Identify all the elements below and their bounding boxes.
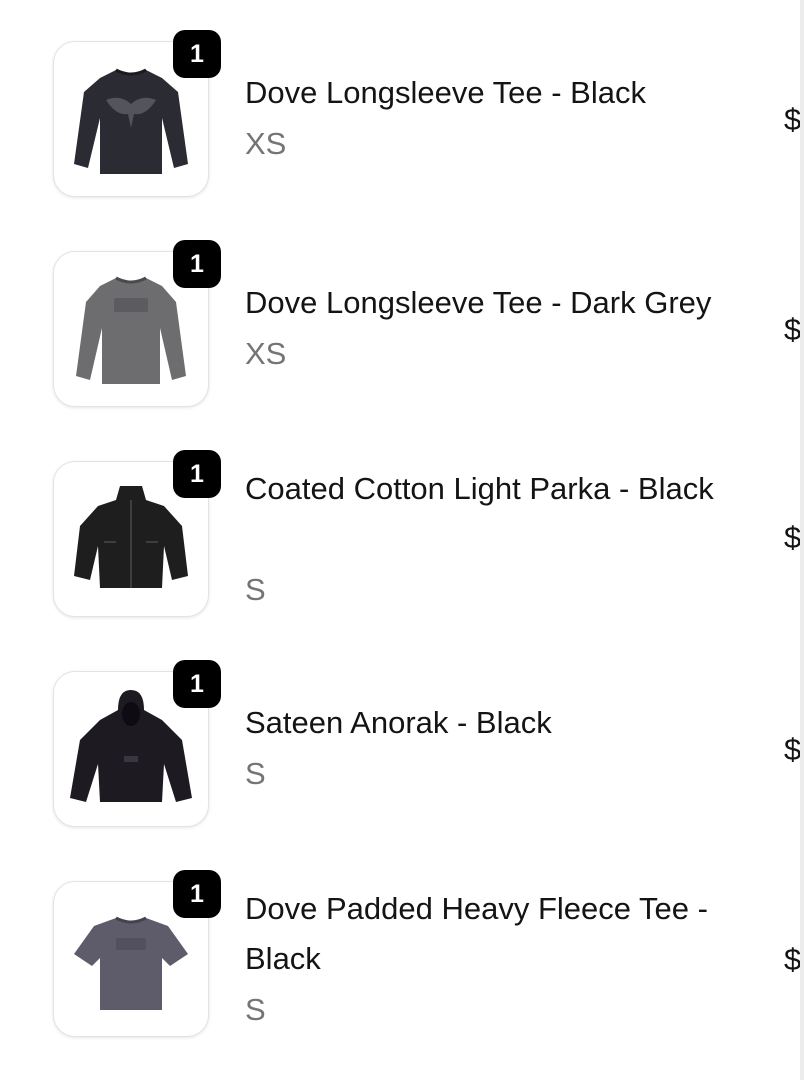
product-price: $: [784, 732, 802, 767]
product-title[interactable]: Dove Longsleeve Tee - Black: [245, 68, 765, 118]
cart-item[interactable]: 1 Dove Longsleeve Tee - Black XS $: [0, 0, 802, 210]
product-variant: S: [245, 756, 266, 791]
product-variant: XS: [245, 336, 287, 371]
cart-item[interactable]: 1 Dove Longsleeve Tee - Dark Grey XS $: [0, 210, 802, 420]
quantity-badge: 1: [173, 870, 221, 918]
product-price: $: [784, 942, 802, 977]
product-title[interactable]: Dove Padded Heavy Fleece Tee - Black: [245, 884, 765, 984]
quantity-badge: 1: [173, 30, 221, 78]
product-title[interactable]: Dove Longsleeve Tee - Dark Grey: [245, 278, 765, 328]
product-variant: S: [245, 572, 266, 607]
product-title[interactable]: Sateen Anorak - Black: [245, 698, 765, 748]
cart-item[interactable]: 1 Sateen Anorak - Black S $: [0, 630, 802, 840]
product-price: $: [784, 312, 802, 347]
cart-item-list: 1 Dove Longsleeve Tee - Black XS $ 1 Dov…: [0, 0, 804, 1080]
quantity-badge: 1: [173, 240, 221, 288]
product-price: $: [784, 520, 802, 555]
quantity-badge: 1: [173, 660, 221, 708]
product-price: $: [784, 102, 802, 137]
scroll-edge: [800, 0, 804, 1080]
product-variant: S: [245, 992, 266, 1027]
cart-item[interactable]: 1 Dove Padded Heavy Fleece Tee - Black S…: [0, 840, 802, 1050]
product-variant: XS: [245, 126, 287, 161]
cart-item[interactable]: 1 Coated Cotton Light Parka - Black S $: [0, 420, 802, 630]
product-title[interactable]: Coated Cotton Light Parka - Black: [245, 464, 765, 514]
quantity-badge: 1: [173, 450, 221, 498]
